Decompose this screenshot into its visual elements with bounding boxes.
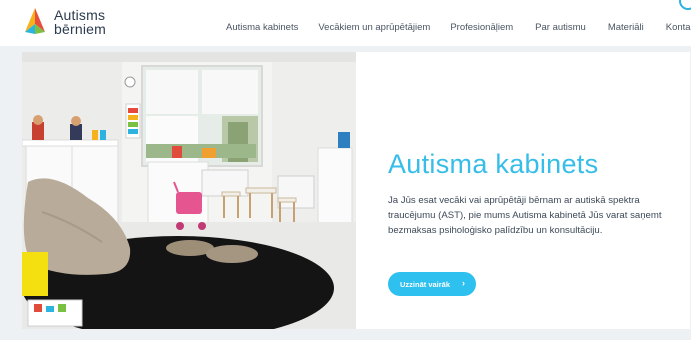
logo-line-1: Autisms [54,7,106,23]
site-logo[interactable]: Autisms bērniem [22,6,132,40]
logo-line-2: bērniem [54,21,106,37]
hero-description: Ja Jūs esat vecāki vai aprūpētāji bērnam… [388,195,662,237]
corner-widget-icon[interactable] [679,0,691,10]
logo-icon [25,8,45,34]
nav-item-materials[interactable]: Materiāli [608,22,644,33]
room-illustration [22,52,356,329]
hero-photo [22,52,356,329]
nav-item-professionals[interactable]: Profesionāļiem [450,22,513,33]
nav-item-parents[interactable]: Vecākiem un aprūpētājiem [318,22,430,33]
hero-title: Autisma kabinets [388,149,599,179]
learn-more-label: Uzzināt vairāk [400,279,451,289]
learn-more-button[interactable]: Uzzināt vairāk › [388,272,476,296]
main-nav: Autisma kabinets Vecākiem un aprūpētājie… [226,22,691,33]
logo-text: Autisms bērniem [54,8,106,36]
nav-item-about-autism[interactable]: Par autismu [535,22,586,33]
hero-section: Autisma kabinets Ja Jūs esat vecāki vai … [22,52,690,329]
nav-item-autisma-kabinets[interactable]: Autisma kabinets [226,22,298,33]
site-header: Autisms bērniem Autisma kabinets Vecākie… [0,0,691,46]
chevron-right-icon: › [462,278,465,288]
nav-item-contacts[interactable]: Kontakti [666,22,691,33]
